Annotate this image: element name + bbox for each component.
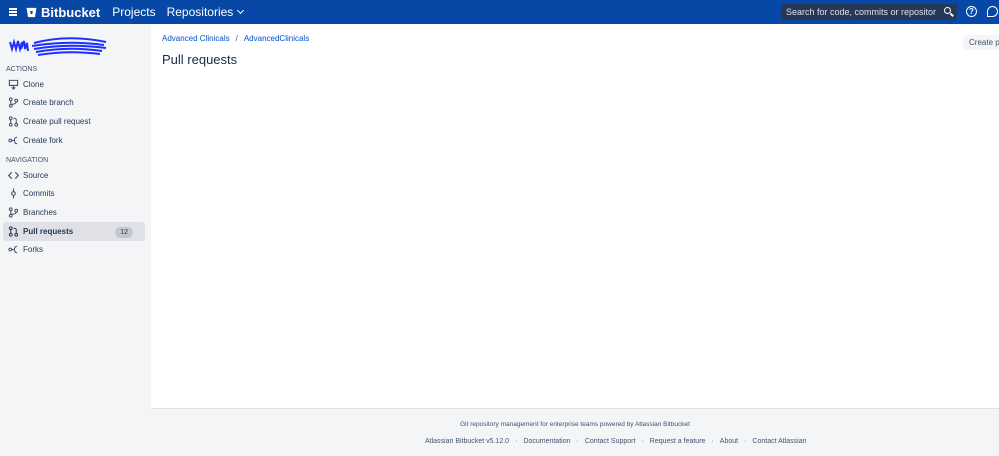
nav-repositories-label: Repositories xyxy=(166,5,234,19)
footer: Git repository management for enterprise… xyxy=(151,408,999,456)
actions-section-label: ACTIONS xyxy=(6,66,38,73)
sidebar-item-label: Create branch xyxy=(23,98,74,107)
sidebar: ACTIONS Clone Create branch Create pull … xyxy=(0,24,151,456)
breadcrumb-separator: / xyxy=(235,34,238,43)
footer-links: Atlassian Bitbucket v5.12.0 · Documentat… xyxy=(425,438,807,445)
breadcrumb-project-link[interactable]: Advanced Clinicals xyxy=(162,34,230,43)
sidebar-item-label: Branches xyxy=(23,208,57,217)
footer-documentation-link[interactable]: Documentation xyxy=(523,438,570,445)
sidebar-item-label: Create fork xyxy=(23,136,63,145)
sidebar-item-create-branch[interactable]: Create branch xyxy=(3,93,145,112)
search-icon[interactable] xyxy=(944,7,951,14)
sidebar-item-clone[interactable]: Clone xyxy=(3,75,145,94)
help-icon[interactable]: ? xyxy=(966,6,977,17)
footer-separator: · xyxy=(576,438,579,445)
sidebar-item-create-fork[interactable]: Create fork xyxy=(3,131,145,150)
sidebar-item-forks[interactable]: Forks xyxy=(3,240,145,259)
footer-contact-atlassian-link[interactable]: Contact Atlassian xyxy=(752,438,806,445)
bitbucket-logo[interactable]: Bitbucket xyxy=(26,5,100,20)
search-input[interactable] xyxy=(786,7,936,17)
footer-separator: · xyxy=(744,438,747,445)
pull-request-icon xyxy=(8,226,19,237)
sidebar-item-source[interactable]: Source xyxy=(3,166,145,185)
search-box[interactable] xyxy=(781,4,957,20)
footer-version-link[interactable]: Atlassian Bitbucket v5.12.0 xyxy=(425,438,509,445)
create-pull-request-button[interactable]: Create pull request xyxy=(963,35,999,50)
fork-icon xyxy=(8,135,19,146)
sidebar-item-label: Create pull request xyxy=(23,117,91,126)
bitbucket-bucket-icon xyxy=(26,7,37,17)
sidebar-item-pull-requests[interactable]: Pull requests 12 xyxy=(3,222,145,241)
footer-separator: · xyxy=(711,438,714,445)
page-title: Pull requests xyxy=(162,52,238,67)
sidebar-item-branches[interactable]: Branches xyxy=(3,203,145,222)
sidebar-item-label: Commits xyxy=(23,189,55,198)
nav-repositories[interactable]: Repositories xyxy=(166,5,245,19)
sidebar-item-label: Source xyxy=(23,171,49,180)
code-icon xyxy=(8,170,19,181)
redacted-repo-name-scribble xyxy=(9,37,107,56)
footer-contact-support-link[interactable]: Contact Support xyxy=(585,438,636,445)
chevron-down-icon xyxy=(237,6,245,15)
sidebar-item-label: Pull requests xyxy=(23,227,74,236)
footer-tagline: Git repository management for enterprise… xyxy=(460,421,690,428)
branch-icon xyxy=(8,207,19,218)
footer-request-feature-link[interactable]: Request a feature xyxy=(650,438,706,445)
brand-name: Bitbucket xyxy=(41,4,101,20)
navigation-section-label: NAVIGATION xyxy=(6,157,49,164)
footer-about-link[interactable]: About xyxy=(720,438,738,445)
help-glyph: ? xyxy=(969,7,974,16)
top-navigation-bar: Bitbucket Projects Repositories ? xyxy=(0,0,999,24)
fork-icon xyxy=(8,244,19,255)
pull-request-icon xyxy=(8,116,19,127)
branch-icon xyxy=(8,97,19,108)
nav-projects[interactable]: Projects xyxy=(112,5,155,19)
breadcrumb-repo-link[interactable]: AdvancedClinicals xyxy=(244,34,309,43)
breadcrumb: Advanced Clinicals / AdvancedClinicals xyxy=(162,34,309,43)
menu-icon[interactable] xyxy=(0,0,26,24)
notifications-icon[interactable] xyxy=(987,6,998,17)
pull-request-count-badge: 12 xyxy=(115,227,133,238)
footer-separator: · xyxy=(641,438,644,445)
commit-icon xyxy=(8,188,19,199)
footer-separator: · xyxy=(515,438,518,445)
clone-icon xyxy=(8,79,19,90)
sidebar-item-label: Forks xyxy=(23,245,43,254)
sidebar-item-label: Clone xyxy=(23,80,44,89)
sidebar-item-commits[interactable]: Commits xyxy=(3,184,145,203)
sidebar-item-create-pull-request[interactable]: Create pull request xyxy=(3,112,145,131)
